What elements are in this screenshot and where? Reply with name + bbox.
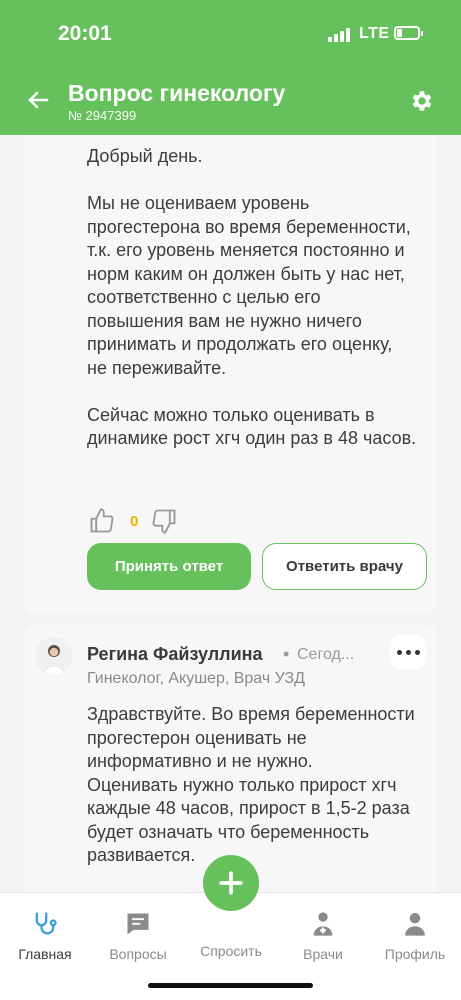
- nav-profile[interactable]: Профиль: [375, 910, 455, 962]
- doctor-name[interactable]: Регина Файзуллина: [87, 644, 263, 665]
- vote-bar: 0: [88, 507, 178, 535]
- gear-icon[interactable]: [408, 88, 434, 114]
- nav-doctors[interactable]: Врачи: [283, 910, 363, 962]
- home-indicator: [148, 983, 313, 988]
- nav-questions[interactable]: Вопросы: [98, 910, 178, 962]
- answer-paragraph: Здравствуйте. Во время беременности прог…: [87, 704, 415, 771]
- page-title: Вопрос гинекологу: [68, 80, 286, 106]
- answer-text: Здравствуйте. Во время беременности прог…: [87, 703, 417, 868]
- answer-card: Добрый день. Мы не оцениваем уровень про…: [24, 135, 437, 613]
- back-arrow-icon[interactable]: [26, 88, 50, 112]
- network-label: LTE: [359, 25, 390, 42]
- more-options-button[interactable]: [390, 635, 426, 669]
- person-icon: [405, 912, 425, 936]
- question-number: № 2947399: [68, 108, 137, 123]
- signal-icon: [328, 28, 350, 42]
- nav-label: Главная: [18, 946, 72, 962]
- nav-home[interactable]: Главная: [5, 910, 85, 962]
- answer-time: Сегод...: [297, 646, 355, 663]
- doctor-icon: [313, 912, 333, 936]
- app-header: 20:01 LTE Вопрос гинекологу № 2947399: [0, 0, 461, 135]
- answer-paragraph: Мы не оцениваем уровень прогестерона во …: [87, 193, 411, 378]
- chat-icon: [127, 913, 149, 935]
- more-dot: [396, 649, 402, 655]
- answer-paragraph: Сейчас можно только оценивать в динамике…: [87, 404, 417, 449]
- separator-dot: •: [283, 644, 290, 664]
- doctor-role: Гинеколог, Акушер, Врач УЗД: [87, 670, 305, 687]
- battery-icon: [394, 26, 423, 40]
- more-dot: [405, 649, 411, 655]
- answer-paragraph: Оценивать нужно только прирост хгч кажды…: [87, 774, 410, 866]
- answer-text: Добрый день. Мы не оцениваем уровень про…: [87, 145, 417, 451]
- nav-label: Вопросы: [109, 946, 167, 962]
- status-time: 20:01: [58, 22, 112, 45]
- avatar[interactable]: [35, 637, 73, 675]
- reply-doctor-button[interactable]: Ответить врачу: [262, 543, 427, 590]
- thumbs-up-icon[interactable]: [88, 507, 116, 535]
- nav-label: Профиль: [384, 946, 446, 962]
- accept-answer-button[interactable]: Принять ответ: [87, 543, 251, 590]
- stethoscope-icon: [35, 912, 57, 935]
- ask-question-button[interactable]: [203, 855, 259, 911]
- nav-label: Врачи: [303, 946, 343, 962]
- thumbs-down-icon[interactable]: [150, 507, 178, 535]
- more-dot: [414, 649, 420, 655]
- nav-label[interactable]: Спросить: [185, 943, 277, 959]
- answer-paragraph: Добрый день.: [87, 146, 203, 166]
- vote-count: 0: [130, 512, 139, 530]
- plus-icon: [219, 871, 243, 895]
